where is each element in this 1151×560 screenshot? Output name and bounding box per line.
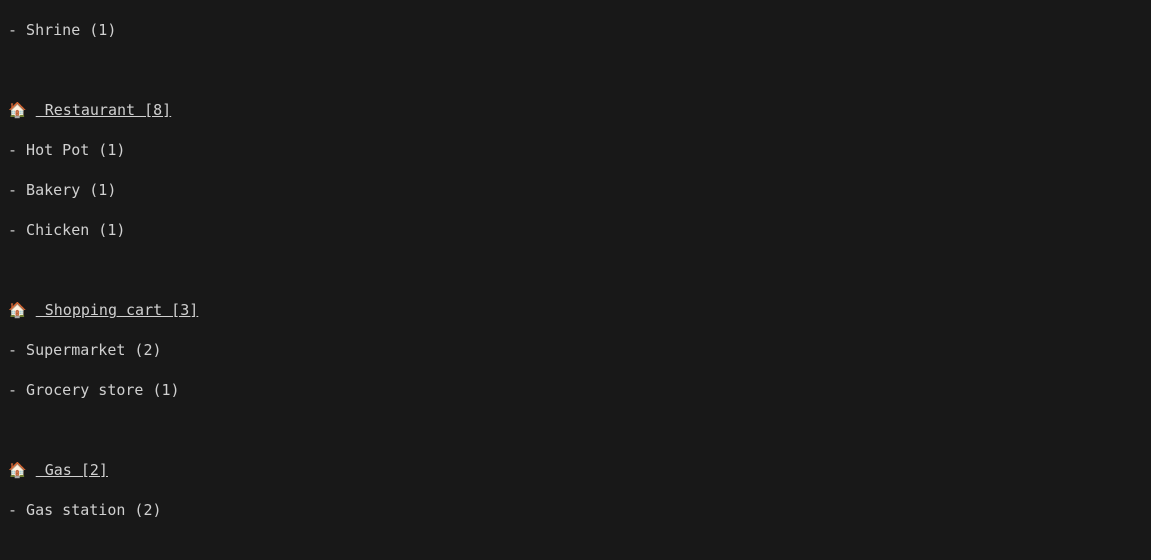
list-item: - Chicken (1) [8, 220, 1143, 240]
blank-line [8, 540, 1143, 560]
list-item: - Gas station (2) [8, 500, 1143, 520]
category-header: 🏠 Gas [2] [8, 460, 1143, 480]
building-icon: 🏠 [8, 300, 36, 320]
building-icon: 🏠 [8, 100, 36, 120]
list-item: - Shrine (1) [8, 20, 1143, 40]
blank-line [8, 60, 1143, 80]
category-header: 🏠 Shopping cart [3] [8, 300, 1143, 320]
category-label: Restaurant [8] [36, 101, 171, 119]
list-item: - Supermarket (2) [8, 340, 1143, 360]
list-item: - Hot Pot (1) [8, 140, 1143, 160]
building-icon: 🏠 [8, 460, 36, 480]
category-label: Shopping cart [3] [36, 301, 199, 319]
terminal-output[interactable]: - Shrine (1) 🏠 Restaurant [8] - Hot Pot … [0, 0, 1151, 560]
category-label: Gas [2] [36, 461, 108, 479]
list-item: - Bakery (1) [8, 180, 1143, 200]
list-item: - Grocery store (1) [8, 380, 1143, 400]
category-header: 🏠 Restaurant [8] [8, 100, 1143, 120]
blank-line [8, 260, 1143, 280]
blank-line [8, 420, 1143, 440]
